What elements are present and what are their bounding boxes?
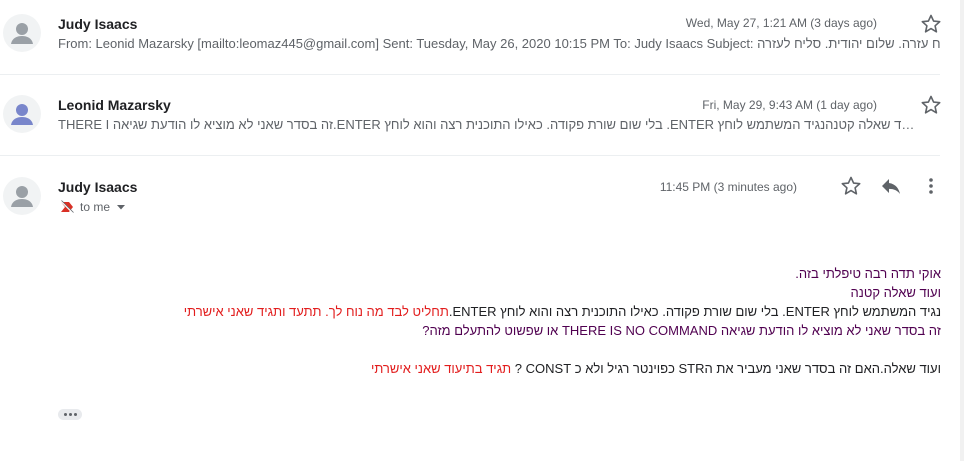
ellipsis-dot bbox=[73, 413, 77, 416]
body-line: זה בסדר שאני לא מוציא לו הודעת שגיאה THE… bbox=[0, 321, 941, 340]
star-button[interactable] bbox=[919, 93, 943, 117]
body-line: ועוד שאלה.האם זה בסדר שאני מעביר את הSTR… bbox=[0, 359, 941, 378]
recipient-details-toggle[interactable]: to me bbox=[60, 198, 126, 216]
scrollbar[interactable] bbox=[960, 0, 964, 461]
sender-name: Judy Isaacs bbox=[58, 179, 138, 195]
reply-icon bbox=[882, 179, 900, 194]
person-icon bbox=[11, 104, 33, 125]
star-button[interactable] bbox=[919, 12, 943, 36]
star-button[interactable] bbox=[839, 174, 863, 198]
sender-name: Leonid Mazarsky bbox=[58, 97, 171, 113]
sender-avatar bbox=[3, 177, 41, 215]
body-text: זה בסדר שאני לא מוציא לו הודעת שגיאה THE… bbox=[422, 323, 941, 338]
ellipsis-dot bbox=[68, 413, 72, 416]
message-date: Fri, May 29, 9:43 AM (1 day ago) bbox=[702, 98, 877, 112]
sender-avatar bbox=[3, 95, 41, 133]
message-body: אוקי תדה רבה טיפלתי בזה. ועוד שאלה קטנה … bbox=[0, 264, 941, 378]
body-line: אוקי תדה רבה טיפלתי בזה. bbox=[0, 264, 941, 283]
more-options-button[interactable] bbox=[919, 174, 943, 198]
message-snippet: From: Leonid Mazarsky [mailto:leomaz445@… bbox=[58, 36, 940, 51]
collapsed-message-2[interactable]: Leonid Mazarsky …ד שאלה קטנהנגיד המשתמש … bbox=[0, 75, 943, 155]
body-text: ועוד שאלה.האם זה בסדר שאני מעביר את הSTR… bbox=[511, 361, 941, 376]
body-line: ועוד שאלה קטנה bbox=[0, 283, 941, 302]
show-trimmed-content-button[interactable] bbox=[58, 409, 82, 420]
star-icon bbox=[841, 176, 861, 195]
ellipsis-icon bbox=[63, 413, 67, 416]
body-text: ועוד שאלה קטנה bbox=[850, 285, 941, 300]
star-icon bbox=[921, 95, 941, 114]
message-date: 11:45 PM (3 minutes ago) bbox=[659, 180, 797, 194]
body-line: נגיד המשתמש לוחץ ENTER. בלי שום שורת פקו… bbox=[0, 302, 941, 321]
message-snippet: …ד שאלה קטנהנגיד המשתמש לוחץ ENTER. בלי … bbox=[58, 117, 940, 132]
star-icon bbox=[921, 14, 941, 33]
email-thread: Judy Isaacs From: Leonid Mazarsky [mailt… bbox=[0, 0, 964, 461]
person-icon bbox=[11, 23, 33, 44]
collapsed-message-1[interactable]: Judy Isaacs From: Leonid Mazarsky [mailt… bbox=[0, 0, 943, 74]
sender-avatar bbox=[3, 14, 41, 52]
person-icon bbox=[11, 186, 33, 207]
more-vert-icon bbox=[929, 178, 933, 194]
reply-button[interactable] bbox=[879, 174, 903, 198]
body-text: אוקי תדה רבה טיפלתי בזה. bbox=[795, 266, 941, 281]
sender-name: Judy Isaacs bbox=[58, 16, 138, 32]
important-marker-icon bbox=[60, 200, 74, 214]
highlighted-reply-text: תגיד בתיעוד שאני אישרתי bbox=[370, 361, 512, 376]
message-date: Wed, May 27, 1:21 AM (3 days ago) bbox=[685, 16, 877, 30]
highlighted-reply-text: תחליט לבד מה נוח לך. תתעד ותגיד שאני איש… bbox=[183, 304, 449, 319]
snippet-text: …ד שאלה קטנהנגיד המשתמש לוחץ ENTER. בלי … bbox=[58, 117, 915, 132]
recipient-label: to me bbox=[80, 200, 111, 214]
body-text: נגיד המשתמש לוחץ ENTER. בלי שום שורת פקו… bbox=[448, 304, 941, 319]
caret-down-icon bbox=[117, 205, 126, 210]
